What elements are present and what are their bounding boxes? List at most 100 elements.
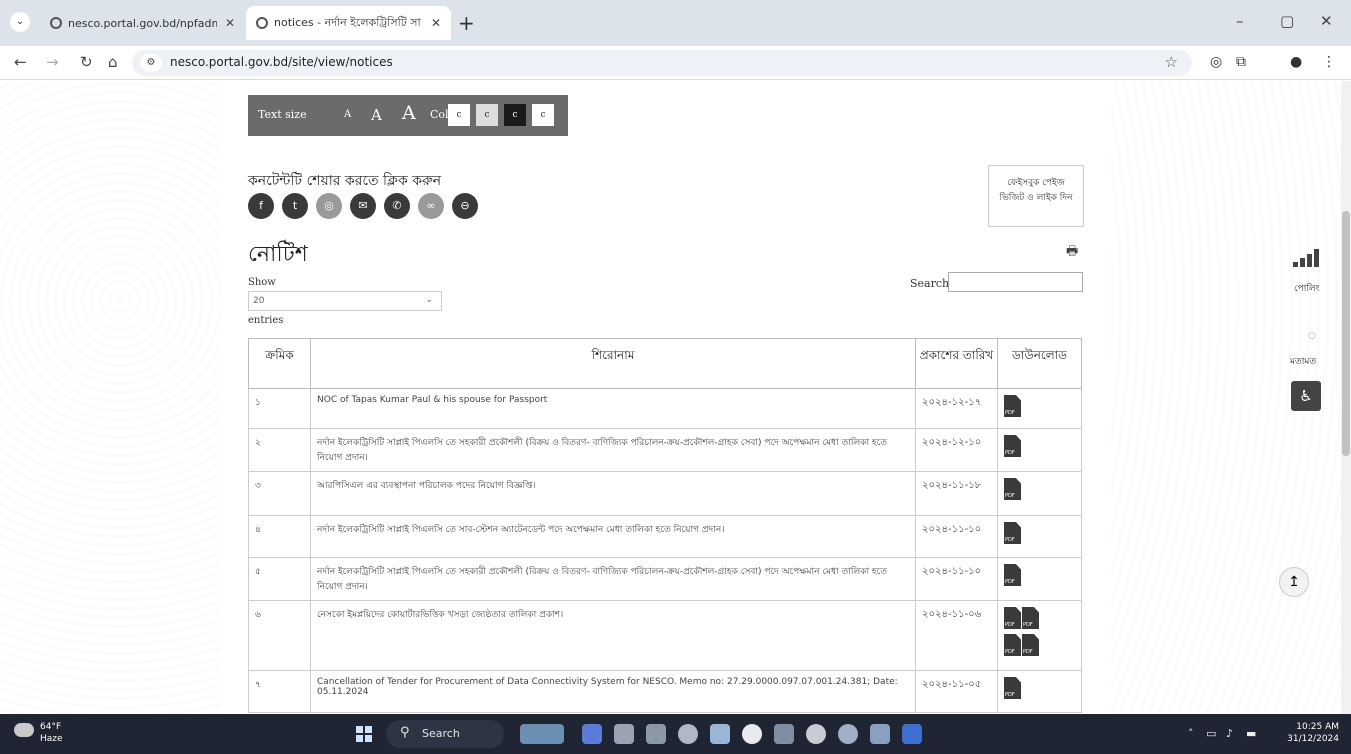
forward-icon[interactable]: → <box>46 53 59 71</box>
whatsapp-app-icon[interactable] <box>838 724 858 744</box>
header-date[interactable]: প্রকাশের তারিখ <box>915 338 998 389</box>
url-text[interactable]: nesco.portal.gov.bd/site/view/notices <box>170 55 393 69</box>
scrollbar-thumb[interactable] <box>1342 211 1350 456</box>
tray-chevron-icon[interactable]: ˄ <box>1188 727 1194 740</box>
link-icon[interactable]: ∞ <box>418 193 444 219</box>
text-size-large[interactable]: A <box>402 102 416 124</box>
new-tab-button[interactable]: + <box>458 11 475 35</box>
table-header-row: ক্রমিক শিরোনাম প্রকাশের তারিখ ডাউনলোড <box>248 338 1082 389</box>
browser-app-icon[interactable] <box>806 724 826 744</box>
scroll-to-top-icon[interactable]: ↥ <box>1279 567 1309 597</box>
cell-title-link[interactable]: নর্দান ইলেকট্রিসিটি সাপ্লাই পিএলসি তে সহ… <box>310 428 916 472</box>
display-icon[interactable]: ▭ <box>1206 727 1216 740</box>
task-view-icon[interactable] <box>582 724 602 744</box>
weather-widget[interactable]: 64°F Haze <box>14 721 63 745</box>
entries-select[interactable]: 20 ⌄ <box>248 291 442 311</box>
table-row: ২ নর্দান ইলেকট্রিসিটি সাপ্লাই পিএলসি তে স… <box>248 428 1082 472</box>
profile-avatar[interactable]: ● <box>1290 54 1302 70</box>
color-swatch[interactable]: c <box>448 104 470 126</box>
twitter-icon[interactable]: t <box>282 193 308 219</box>
pdf-download-icon[interactable]: PDF <box>1004 677 1021 699</box>
tab-search-button[interactable]: ⌄ <box>10 12 30 32</box>
reload-icon[interactable]: ↻ <box>80 53 93 71</box>
color-swatch[interactable]: c <box>476 104 498 126</box>
file-manager-icon[interactable] <box>614 724 634 744</box>
system-clock[interactable]: 10:25 AM 31/12/2024 <box>1287 721 1339 745</box>
puzzle-icon[interactable]: ⧉ <box>1236 54 1246 70</box>
cell-serial: ৫ <box>248 557 311 601</box>
volume-icon[interactable]: ♪ <box>1226 727 1233 740</box>
home-icon[interactable]: ⌂ <box>108 53 118 71</box>
menu-kebab-icon[interactable]: ⋮ <box>1322 54 1336 70</box>
cell-title-link[interactable]: নেসকো ইমপ্লয়িদের কোয়ার্টারভিত্তিক খসড়… <box>310 600 916 671</box>
poll-label[interactable]: পোলিং <box>1294 281 1320 296</box>
email-icon[interactable]: ✉ <box>350 193 376 219</box>
search-input[interactable] <box>948 272 1083 292</box>
app-icon[interactable] <box>710 724 730 744</box>
site-info-icon[interactable]: ⚙ <box>140 54 162 72</box>
pdf-download-icon[interactable]: PDF <box>1004 395 1021 417</box>
game-icon[interactable] <box>774 724 794 744</box>
network-app-icon[interactable] <box>646 724 666 744</box>
pdf-download-icon[interactable]: PDF <box>1004 478 1021 500</box>
print-icon[interactable]: 🖶 <box>1066 242 1078 264</box>
taskbar-search[interactable]: Search <box>386 720 504 748</box>
word-icon[interactable] <box>902 724 922 744</box>
whatsapp-icon[interactable]: ◎ <box>316 193 342 219</box>
accessibility-icon[interactable]: ♿ <box>1291 381 1321 411</box>
opinion-label[interactable]: মতামত <box>1290 354 1316 369</box>
header-title[interactable]: শিরোনাম <box>310 338 916 389</box>
tab-title: nesco.portal.gov.bd/npfadmin/ <box>68 16 217 30</box>
facebook-icon[interactable]: f <box>248 193 274 219</box>
color-swatch[interactable]: c <box>532 104 554 126</box>
mail-icon[interactable] <box>870 724 890 744</box>
close-tab-icon[interactable]: ✕ <box>225 16 235 30</box>
header-serial[interactable]: ক্রমিক <box>248 338 311 389</box>
pdf-download-icon[interactable]: PDF <box>1004 607 1021 629</box>
cell-title-link[interactable]: আরপিসিএল এর ব্যবস্থাপনা পরিচালক পদের নিয… <box>310 471 916 516</box>
pdf-download-icon[interactable]: PDF <box>1004 435 1021 457</box>
cell-date: ২০২৪-১১-১০ <box>915 557 998 601</box>
pdf-download-icon[interactable]: PDF <box>1022 607 1039 629</box>
maximize-icon[interactable]: ▢ <box>1280 12 1294 30</box>
pdf-label: PDF <box>1005 579 1015 585</box>
cell-date: ২০২৪-১১-০৬ <box>915 600 998 671</box>
close-window-icon[interactable]: ✕ <box>1320 12 1333 30</box>
battery-icon[interactable]: ▬ <box>1246 727 1256 740</box>
pdf-download-icon[interactable]: PDF <box>1022 634 1039 656</box>
page-scrollbar[interactable] <box>1341 81 1351 714</box>
chrome-icon[interactable] <box>742 724 762 744</box>
facebook-visit-box[interactable]: ফেইসবুক পেইজ ভিজিট ও লাইক দিন <box>988 165 1084 227</box>
chevron-down-icon: ⌄ <box>425 295 433 305</box>
bookmark-star-icon[interactable]: ☆ <box>1165 53 1178 71</box>
header-download[interactable]: ডাউনলোড <box>997 338 1082 389</box>
start-icon[interactable] <box>356 726 372 742</box>
messenger-icon[interactable]: ✆ <box>384 193 410 219</box>
widgets-icon[interactable] <box>520 724 564 744</box>
pdf-label: PDF <box>1005 410 1015 416</box>
cell-title-link[interactable]: নর্দান ইলেকট্রিসিটি সাপ্লাই পিএলসি তে সহ… <box>310 557 916 601</box>
browser-tab-active[interactable]: notices - নর্দান ইলেকট্রিসিটি সা ✕ <box>246 6 451 40</box>
pdf-label: PDF <box>1005 692 1015 698</box>
pdf-download-icon[interactable]: PDF <box>1004 634 1021 656</box>
text-size-medium[interactable]: A <box>371 106 382 124</box>
pdf-label: PDF <box>1005 649 1015 655</box>
cell-title-link[interactable]: Cancellation of Tender for Procurement o… <box>310 670 916 713</box>
share-buttons: f t ◎ ✉ ✆ ∞ ⊖ <box>248 193 478 221</box>
poll-chart-icon[interactable] <box>1293 249 1323 267</box>
more-icon[interactable]: ⊖ <box>452 193 478 219</box>
address-bar[interactable]: ⚙ nesco.portal.gov.bd/site/view/notices … <box>132 50 1192 76</box>
browser-tab[interactable]: nesco.portal.gov.bd/npfadmin/ ✕ <box>40 6 245 40</box>
close-tab-icon[interactable]: ✕ <box>431 16 441 30</box>
cell-title-link[interactable]: NOC of Tapas Kumar Paul & his spouse for… <box>310 388 916 429</box>
color-swatch[interactable]: c <box>504 104 526 126</box>
back-icon[interactable]: ← <box>14 53 27 71</box>
chat-icon[interactable] <box>678 724 698 744</box>
minimize-icon[interactable]: – <box>1236 12 1244 30</box>
extension-icon[interactable]: ◎ <box>1210 54 1222 70</box>
pdf-download-icon[interactable]: PDF <box>1004 564 1021 586</box>
cell-title-link[interactable]: নর্দান ইলেকট্রিসিটি সাপ্লাই পিএলসি তে সা… <box>310 515 916 558</box>
text-size-small[interactable]: A <box>344 109 351 120</box>
pdf-download-icon[interactable]: PDF <box>1004 522 1021 544</box>
comment-icon[interactable]: ○ <box>1308 331 1316 341</box>
